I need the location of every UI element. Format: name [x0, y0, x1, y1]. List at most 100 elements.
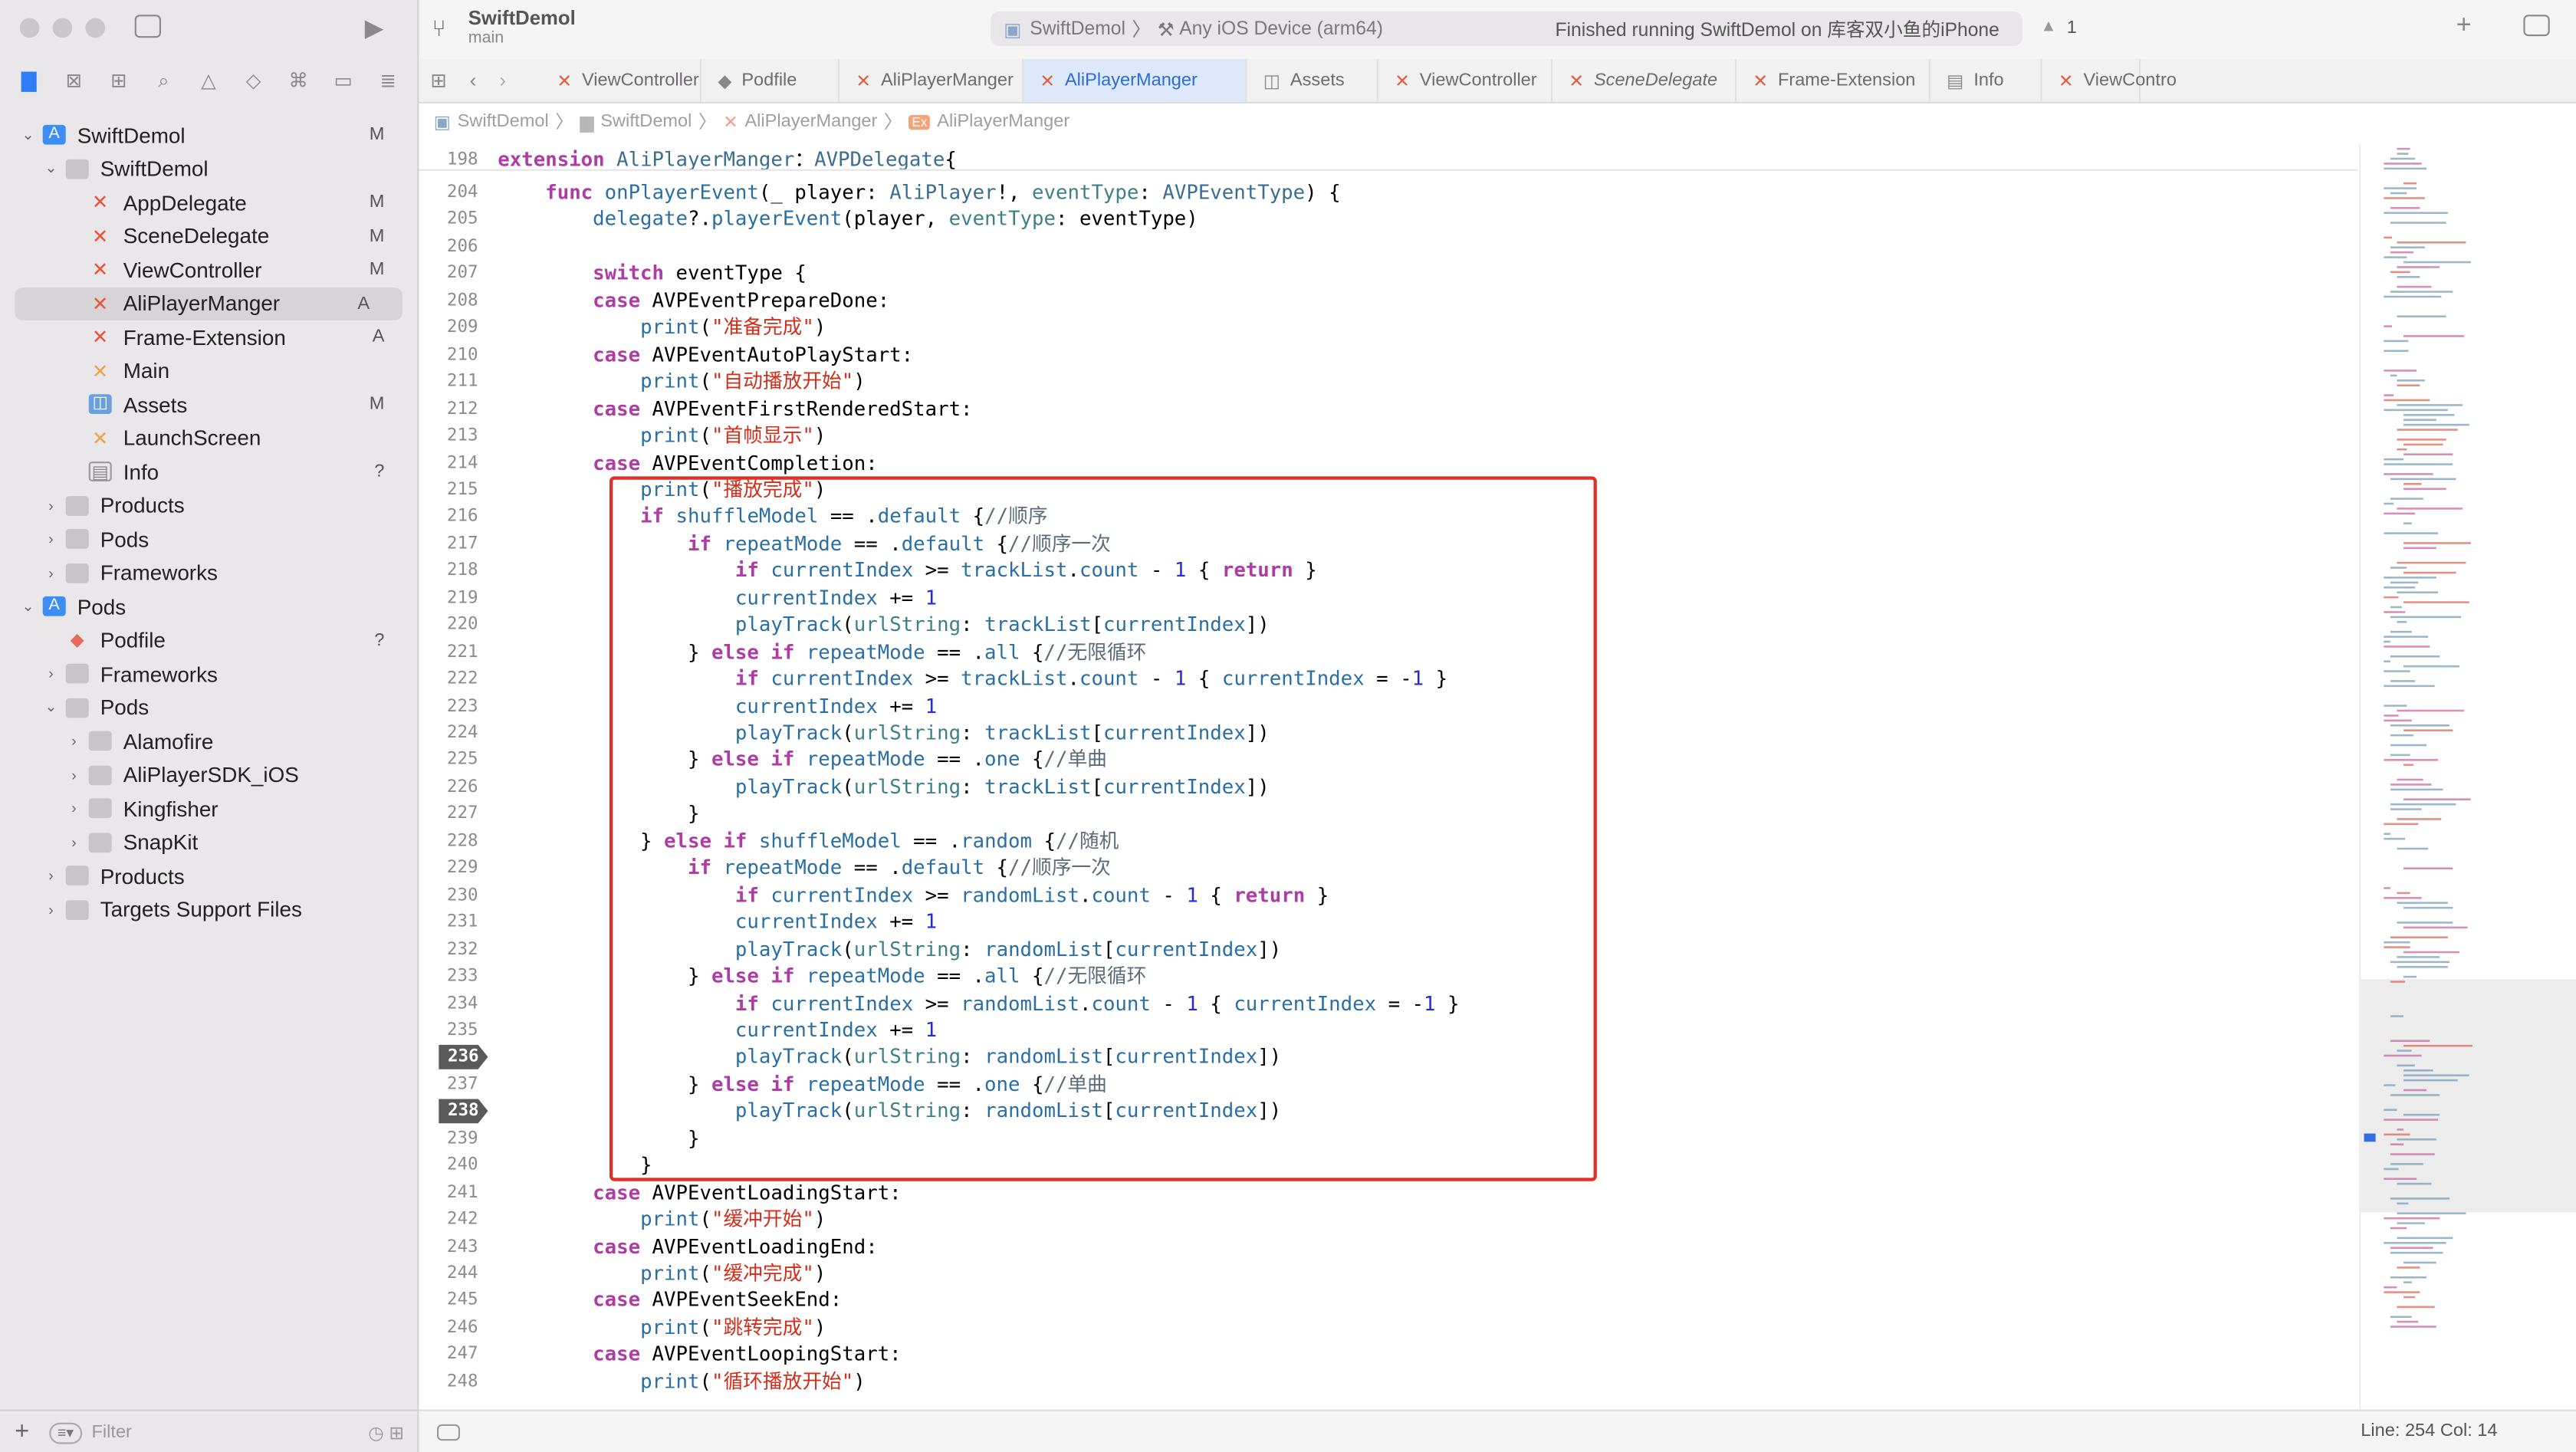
- line-number[interactable]: 215: [419, 476, 478, 503]
- line-number[interactable]: 204: [419, 179, 478, 206]
- code-line[interactable]: 209 print("准备完成"): [419, 314, 2358, 341]
- line-number[interactable]: 246: [419, 1314, 478, 1341]
- code-line[interactable]: 212 case AVPEventFirstRenderedStart:: [419, 396, 2358, 422]
- debug-area-toggle-icon[interactable]: [437, 1424, 460, 1441]
- file-tree-item[interactable]: › AliPlayerSDK_iOS: [0, 758, 417, 791]
- line-number[interactable]: 209: [419, 314, 478, 341]
- line-number[interactable]: 233: [419, 963, 478, 990]
- editor-tab[interactable]: ✕ AliPlayerManger: [840, 59, 1024, 102]
- disclosure-closed-icon[interactable]: ›: [66, 767, 82, 783]
- folder-icon[interactable]: ▇: [15, 69, 44, 92]
- editor-tab[interactable]: ◆ Podfile: [702, 59, 840, 102]
- warning-count-icon[interactable]: ▲: [2040, 18, 2056, 37]
- line-number[interactable]: 222: [419, 665, 478, 692]
- line-number[interactable]: 227: [419, 800, 478, 827]
- disclosure-closed-icon[interactable]: ›: [43, 564, 59, 580]
- line-number[interactable]: 235: [419, 1017, 478, 1043]
- line-number[interactable]: 206: [419, 233, 478, 260]
- inspector-toggle-icon[interactable]: [2523, 15, 2550, 37]
- breakpoint-marker[interactable]: 236: [439, 1044, 488, 1069]
- debug-icon[interactable]: ⌘: [284, 69, 314, 92]
- disclosure-open-icon[interactable]: ⌄: [43, 698, 59, 717]
- editor-tab[interactable]: ✕ ViewController: [1378, 59, 1552, 102]
- disclosure-open-icon[interactable]: ⌄: [43, 159, 59, 178]
- file-tree-item[interactable]: › SnapKit: [0, 826, 417, 859]
- code-line[interactable]: 208 case AVPEventPrepareDone:: [419, 287, 2358, 314]
- code-line[interactable]: 206: [419, 233, 2358, 260]
- line-number[interactable]: 241: [419, 1179, 478, 1206]
- code-line[interactable]: 205 delegate?.playerEvent(player, eventT…: [419, 206, 2358, 233]
- file-tree-item[interactable]: › Pods: [0, 522, 417, 555]
- line-number[interactable]: 248: [419, 1368, 478, 1395]
- line-number[interactable]: 224: [419, 720, 478, 747]
- line-number[interactable]: 234: [419, 990, 478, 1017]
- file-tree-item[interactable]: ✕ SceneDelegate M: [0, 219, 417, 252]
- line-number[interactable]: 225: [419, 747, 478, 774]
- editor-tab[interactable]: ✕ ViewContro: [2042, 59, 2177, 102]
- line-number[interactable]: 210: [419, 341, 478, 368]
- add-icon[interactable]: +: [15, 1418, 29, 1445]
- line-number[interactable]: 212: [419, 396, 478, 422]
- file-tree-item[interactable]: ✕ Main: [0, 354, 417, 387]
- code-line[interactable]: 211 print("自动播放开始"): [419, 368, 2358, 395]
- file-tree-item[interactable]: › Alamofire: [0, 724, 417, 757]
- file-tree-item[interactable]: › Targets Support Files: [0, 893, 417, 926]
- file-tree-item[interactable]: ✕ AppDelegate M: [0, 186, 417, 218]
- search-icon[interactable]: ⌕: [149, 68, 179, 93]
- warning-icon[interactable]: △: [194, 69, 224, 92]
- breadcrumb-item[interactable]: AliPlayerManger: [937, 112, 1070, 132]
- line-number[interactable]: 230: [419, 882, 478, 908]
- file-tree-item[interactable]: ✕ ViewController M: [0, 253, 417, 286]
- breadcrumb-item[interactable]: SwiftDemol: [600, 112, 692, 132]
- grid-icon[interactable]: ⊞: [419, 69, 458, 92]
- disclosure-closed-icon[interactable]: ›: [43, 531, 59, 547]
- code-line[interactable]: 204 func onPlayerEvent(_ player: AliPlay…: [419, 179, 2358, 206]
- minimap[interactable]: [2359, 144, 2576, 1410]
- file-tree-item[interactable]: ⌄ A Pods: [0, 590, 417, 623]
- editor-tab[interactable]: ▤ Info: [1930, 59, 2042, 102]
- file-tree-item[interactable]: › Products: [0, 489, 417, 522]
- breakpoint-icon[interactable]: ▭: [328, 69, 358, 92]
- editor-tab[interactable]: ✕ AliPlayerManger: [1023, 59, 1247, 102]
- line-number[interactable]: 218: [419, 557, 478, 584]
- code-line[interactable]: 246 print("跳转完成"): [419, 1314, 2358, 1341]
- disclosure-closed-icon[interactable]: ›: [43, 901, 59, 917]
- sidebar-toggle-icon[interactable]: [134, 15, 161, 38]
- editor-tab[interactable]: ◫ Assets: [1247, 59, 1378, 102]
- line-number[interactable]: 245: [419, 1287, 478, 1314]
- disclosure-closed-icon[interactable]: ›: [43, 665, 59, 682]
- file-tree-item[interactable]: ✕ Frame-Extension A: [0, 320, 417, 353]
- breadcrumb-item[interactable]: SwiftDemol: [458, 112, 549, 132]
- file-tree-item[interactable]: › Frameworks: [0, 657, 417, 690]
- breakpoint-marker[interactable]: 238: [439, 1099, 488, 1124]
- test-icon[interactable]: ◇: [238, 69, 268, 92]
- minimize-window-button[interactable]: [52, 18, 73, 38]
- code-line[interactable]: 214 case AVPEventCompletion:: [419, 449, 2358, 476]
- disclosure-open-icon[interactable]: ⌄: [20, 126, 36, 144]
- back-icon[interactable]: ‹: [458, 69, 488, 92]
- disclosure-closed-icon[interactable]: ›: [43, 497, 59, 513]
- filter-options-icon[interactable]: ≡▾: [49, 1421, 82, 1444]
- line-number[interactable]: 208: [419, 287, 478, 314]
- device-name[interactable]: Any iOS Device (arm64): [1179, 19, 1383, 39]
- add-tab-icon[interactable]: +: [2456, 11, 2472, 41]
- line-number[interactable]: 229: [419, 855, 478, 882]
- line-number[interactable]: 232: [419, 936, 478, 963]
- run-button-icon[interactable]: ▶: [365, 13, 384, 42]
- code-line[interactable]: 247 case AVPEventLoopingStart:: [419, 1341, 2358, 1368]
- file-tree-item[interactable]: › Kingfisher: [0, 792, 417, 825]
- editor-tab[interactable]: ✕ Frame-Extension: [1737, 59, 1930, 102]
- code-line[interactable]: 242 print("缓冲开始"): [419, 1206, 2358, 1233]
- file-tree-item[interactable]: ⌄ Pods: [0, 691, 417, 724]
- zoom-window-button[interactable]: [85, 18, 106, 38]
- line-number[interactable]: 220: [419, 612, 478, 639]
- line-number[interactable]: 221: [419, 639, 478, 665]
- editor-tab[interactable]: ✕ ViewController: [540, 59, 702, 102]
- disclosure-open-icon[interactable]: ⌄: [20, 597, 36, 616]
- disclosure-closed-icon[interactable]: ›: [66, 733, 82, 749]
- recent-files-icon[interactable]: ◷ ⊞: [368, 1422, 404, 1444]
- forward-icon[interactable]: ›: [488, 69, 518, 92]
- line-number[interactable]: 211: [419, 368, 478, 395]
- line-number[interactable]: 223: [419, 692, 478, 719]
- line-number[interactable]: 214: [419, 449, 478, 476]
